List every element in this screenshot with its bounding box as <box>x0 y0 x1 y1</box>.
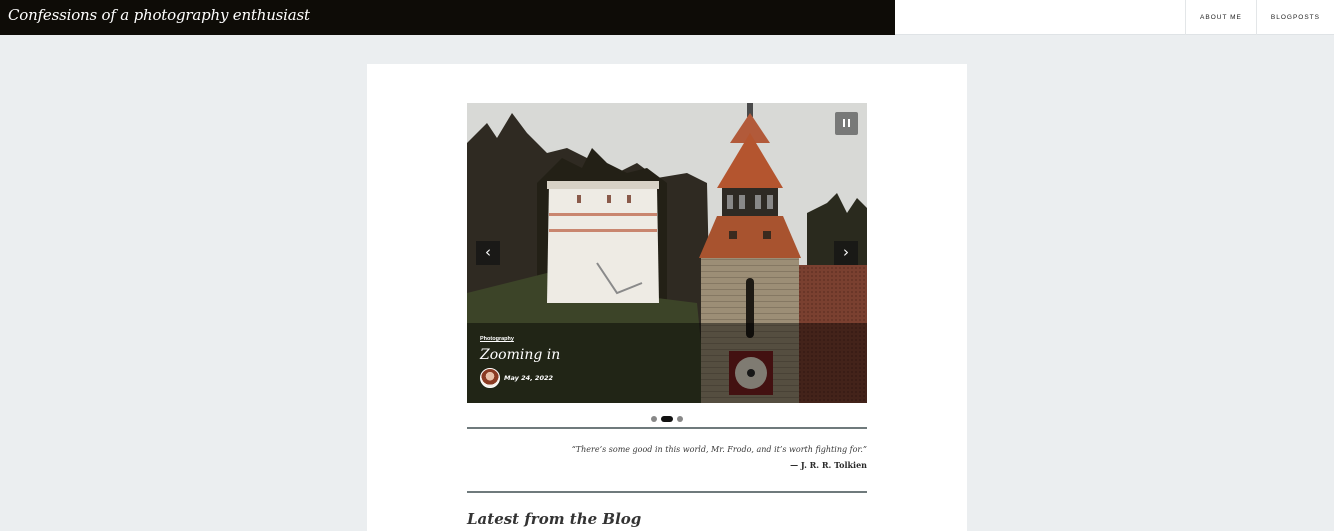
slide-dot-1[interactable] <box>651 416 657 422</box>
chevron-right-icon: › <box>843 243 849 261</box>
chevron-left-icon: ‹ <box>485 243 491 261</box>
author-avatar[interactable] <box>480 368 500 388</box>
content-card: ‹ › Photography Zooming in May 24, 2022 … <box>367 64 967 531</box>
category-link[interactable]: Photography <box>480 336 514 342</box>
quote-author: — J. R. R. Tolkien <box>790 460 867 470</box>
prev-slide-button[interactable]: ‹ <box>476 241 500 265</box>
main-nav: ABOUT ME BLOGPOSTS <box>1185 0 1334 35</box>
quote-text: “There’s some good in this world, Mr. Fr… <box>571 445 867 454</box>
nav-blogposts[interactable]: BLOGPOSTS <box>1255 0 1334 35</box>
post-date: May 24, 2022 <box>504 374 554 382</box>
site-title-box: Confessions of a photography enthusiast <box>0 0 895 35</box>
nav-about-me[interactable]: ABOUT ME <box>1185 0 1256 35</box>
slide-caption: Photography Zooming in May 24, 2022 <box>467 323 867 403</box>
site-title[interactable]: Confessions of a photography enthusiast <box>8 6 310 24</box>
slider-pagination <box>367 415 967 423</box>
slide-dot-3[interactable] <box>677 416 683 422</box>
next-slide-button[interactable]: › <box>834 241 858 265</box>
top-bar: Confessions of a photography enthusiast … <box>0 0 1334 35</box>
section-title: Latest from the Blog <box>467 510 642 528</box>
slide-dot-2[interactable] <box>661 416 673 422</box>
pause-icon <box>843 119 845 127</box>
divider <box>467 427 867 429</box>
featured-slider: ‹ › Photography Zooming in May 24, 2022 <box>467 103 867 403</box>
pause-button[interactable] <box>835 112 858 135</box>
slide-post-title[interactable]: Zooming in <box>480 347 560 363</box>
divider <box>467 491 867 493</box>
